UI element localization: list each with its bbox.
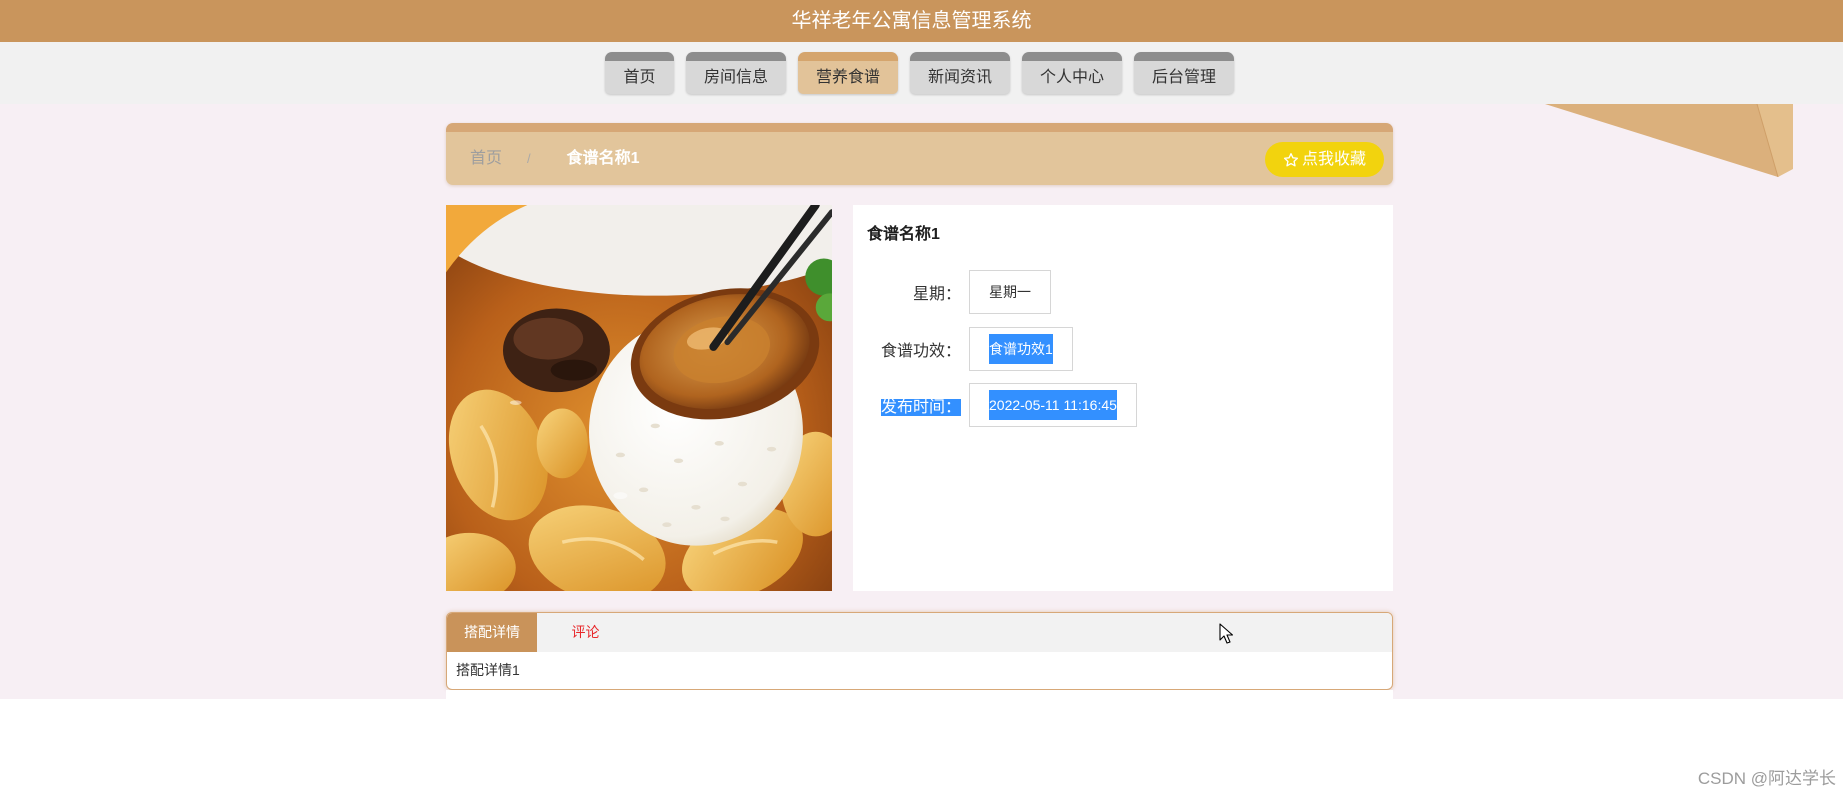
mouse-cursor-icon bbox=[1219, 623, 1234, 644]
field-label-efficacy: 食谱功效： bbox=[880, 343, 961, 360]
nav-item-home[interactable]: 首页 bbox=[605, 52, 674, 94]
tab-header: 搭配详情 评论 bbox=[447, 613, 1392, 652]
recipe-title: 食谱名称1 bbox=[867, 226, 940, 243]
breadcrumb-home-link[interactable]: 首页 bbox=[470, 150, 502, 167]
recipe-detail-panel: 食谱名称1 星期： 星期一 食谱功效： 食谱功效1 发布时间： 2022-05-… bbox=[853, 205, 1393, 591]
nav-item-personal-center[interactable]: 个人中心 bbox=[1022, 52, 1122, 94]
recipe-image bbox=[446, 205, 832, 591]
decorative-corner-shape bbox=[1545, 104, 1793, 177]
site-title: 华祥老年公寓信息管理系统 bbox=[791, 10, 1032, 32]
field-value-efficacy: 食谱功效1 bbox=[969, 327, 1073, 371]
publish-time-value: 2022-05-11 11:16:45 bbox=[989, 390, 1117, 420]
app-header: 华祥老年公寓信息管理系统 bbox=[0, 0, 1843, 42]
breadcrumb-separator: / bbox=[527, 151, 531, 166]
field-row-weekday: 星期： 星期一 bbox=[853, 270, 1051, 314]
nav-item-admin[interactable]: 后台管理 bbox=[1134, 52, 1234, 94]
favorite-button-label: 点我收藏 bbox=[1301, 151, 1366, 168]
nav-item-room-info[interactable]: 房间信息 bbox=[686, 52, 786, 94]
breadcrumb: 首页 / 食谱名称1 bbox=[446, 123, 1393, 185]
breadcrumb-current: 食谱名称1 bbox=[566, 150, 640, 167]
field-label-publish-time: 发布时间： bbox=[853, 393, 961, 417]
watermark: CSDN @阿达学长 bbox=[1697, 769, 1836, 788]
nav-item-news[interactable]: 新闻资讯 bbox=[910, 52, 1010, 94]
tab-content: 搭配详情1 bbox=[456, 662, 520, 678]
detail-tabs: 搭配详情 评论 搭配详情1 bbox=[446, 612, 1393, 690]
main-nav: 首页 房间信息 营养食谱 新闻资讯 个人中心 后台管理 bbox=[605, 52, 1234, 94]
field-row-publish-time: 发布时间： 2022-05-11 11:16:45 bbox=[853, 383, 1137, 427]
nav-item-nutrition-recipes[interactable]: 营养食谱 bbox=[798, 52, 898, 94]
tab-pairing-details[interactable]: 搭配详情 bbox=[447, 613, 537, 652]
efficacy-value: 食谱功效1 bbox=[989, 334, 1053, 364]
field-row-efficacy: 食谱功效： 食谱功效1 bbox=[853, 327, 1073, 371]
field-value-publish-time: 2022-05-11 11:16:45 bbox=[969, 383, 1137, 427]
weekday-value: 星期一 bbox=[989, 284, 1031, 300]
content-bottom-strip bbox=[446, 690, 1393, 699]
mushroom bbox=[502, 308, 610, 393]
publish-time-label-text: 发布时间： bbox=[880, 399, 961, 416]
star-icon bbox=[1283, 152, 1299, 168]
favorite-button[interactable]: 点我收藏 bbox=[1265, 142, 1384, 177]
field-value-weekday: 星期一 bbox=[969, 270, 1051, 314]
field-label-weekday: 星期： bbox=[912, 286, 961, 303]
tab-comments[interactable]: 评论 bbox=[537, 613, 634, 652]
